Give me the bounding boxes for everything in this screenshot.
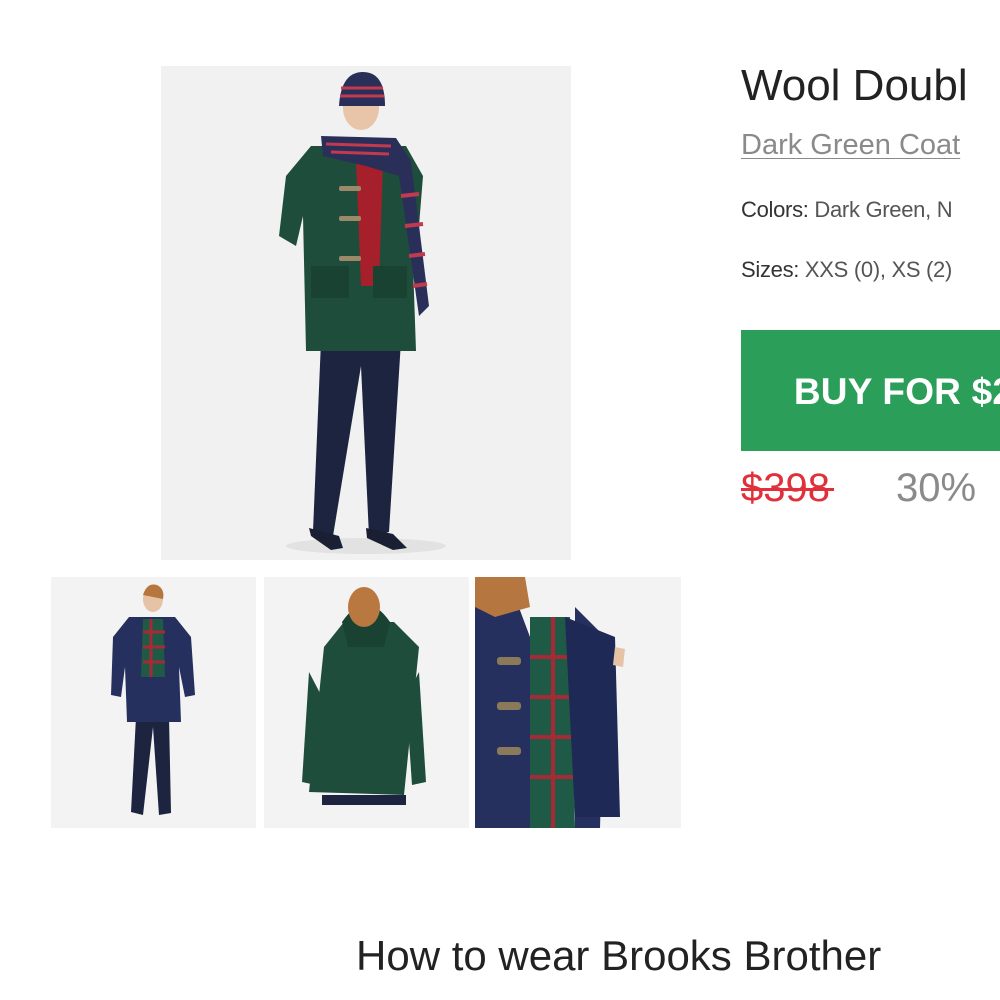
how-to-wear-heading: How to wear Brooks Brother (356, 932, 882, 979)
sizes-value: XXS (0), XS (2) (804, 257, 953, 282)
main-product-image[interactable] (161, 66, 571, 560)
sizes-spec: Sizes: XXS (0), XS (2) (741, 256, 952, 284)
thumbnail-green-coat-back[interactable] (264, 577, 469, 828)
thumbnail-navy-coat-front[interactable] (51, 577, 256, 828)
colors-value: Dark Green, N (814, 197, 953, 222)
sizes-label: Sizes: (741, 257, 800, 282)
thumbnail-navy-coat-detail[interactable] (475, 577, 681, 828)
original-price: $398 (741, 464, 834, 512)
product-title: Wool Doubl (741, 61, 968, 110)
price-strikethrough (741, 488, 834, 491)
discount-badge: 30% (896, 466, 977, 510)
product-subtitle-link[interactable]: Dark Green Coat (741, 128, 960, 162)
colors-spec: Colors: Dark Green, N (741, 196, 953, 224)
buy-button[interactable]: BUY FOR $2 (741, 330, 1000, 451)
colors-label: Colors: (741, 197, 809, 222)
